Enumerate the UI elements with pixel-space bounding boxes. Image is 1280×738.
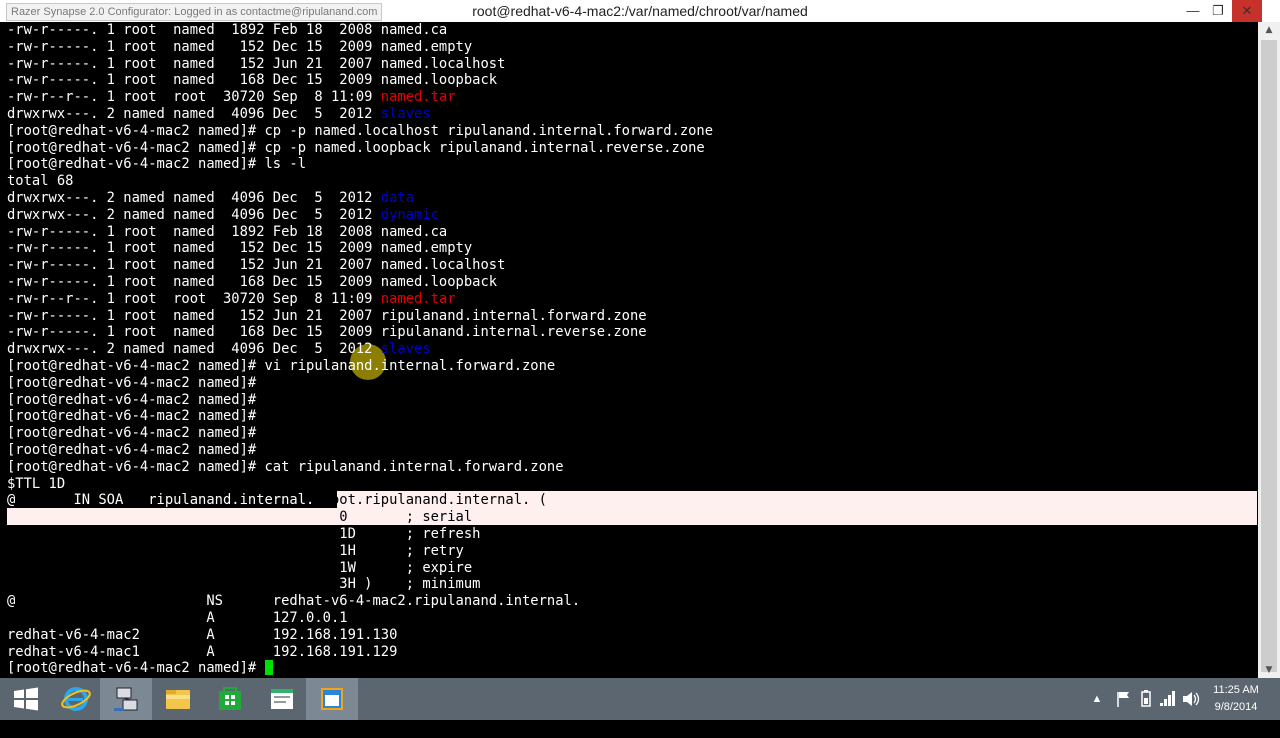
terminal-line: 1D ; refresh — [7, 526, 481, 542]
close-button[interactable]: ✕ — [1232, 0, 1262, 22]
tooltip: Razer Synapse 2.0 Configurator: Logged i… — [6, 3, 383, 21]
terminal-line: 1W ; expire — [7, 559, 473, 576]
maximize-button[interactable]: ❐ — [1203, 0, 1233, 22]
listing-prefix: drwxrwx---. 2 named named 4096 Dec 5 201… — [7, 206, 381, 223]
text-cursor — [264, 660, 273, 676]
chevron-up-icon[interactable]: ▲ — [1090, 678, 1104, 720]
terminal-command-line: [root@redhat-v6-4-mac2 named]# cp -p nam… — [7, 122, 714, 139]
store-icon[interactable] — [204, 678, 256, 720]
terminal-line: 1H ; retry — [7, 542, 464, 559]
listing-prefix: drwxrwx---. 2 named named 4096 Dec 5 201… — [7, 341, 381, 358]
directory-name: slaves — [380, 341, 431, 358]
taskbar: ▲ 11:25 AM 9/8/2014 — [0, 678, 1280, 720]
terminal-command-line: [root@redhat-v6-4-mac2 named]# ls -l — [7, 156, 307, 173]
battery-icon[interactable] — [1138, 678, 1154, 720]
terminal-command-line: [root@redhat-v6-4-mac2 named]# vi ripula… — [7, 358, 556, 374]
terminal-line: -rw-r-----. 1 root named 1892 Feb 18 200… — [7, 22, 448, 38]
terminal-line: -rw-r-----. 1 root named 152 Jun 21 2007… — [7, 55, 506, 72]
system-clock[interactable]: 11:25 AM 9/8/2014 — [1200, 682, 1272, 716]
listing-prefix: -rw-r--r--. 1 root root 30720 Sep 8 11:0… — [7, 290, 381, 307]
terminal-line: $TTL 1D — [7, 475, 66, 492]
selected-line: 0 ; serial — [7, 509, 473, 526]
file-explorer-icon[interactable] — [152, 678, 204, 720]
terminal-line: @ NS redhat-v6-4-mac2.ripulanand.interna… — [7, 593, 581, 610]
terminal-line: redhat-v6-4-mac2 A 192.168.191.130 — [7, 626, 398, 643]
signal-icon[interactable] — [1158, 678, 1176, 720]
terminal-line: drwxrwx---. 2 named named 4096 Dec 5 201… — [7, 106, 431, 123]
internet-explorer-icon[interactable] — [50, 678, 102, 720]
directory-name: dynamic — [380, 206, 439, 223]
terminal-line: -rw-r-----. 1 root named 168 Dec 15 2009… — [7, 324, 647, 341]
terminal-line: -rw-r-----. 1 root named 1892 Feb 18 200… — [7, 223, 448, 240]
vertical-scrollbar[interactable]: ▲ ▼ — [1258, 22, 1280, 678]
network-app-icon[interactable] — [100, 678, 152, 720]
terminal-prompt-line: [root@redhat-v6-4-mac2 named]# — [7, 425, 257, 442]
listing-prefix: drwxrwx---. 2 named named 4096 Dec 5 201… — [7, 190, 381, 206]
terminal-prompt-line: [root@redhat-v6-4-mac2 named]# — [7, 442, 257, 458]
flag-icon[interactable] — [1114, 678, 1132, 720]
terminal-line: -rw-r-----. 1 root named 168 Dec 15 2009… — [7, 274, 498, 290]
terminal-prompt-line: [root@redhat-v6-4-mac2 named]# — [7, 391, 257, 408]
terminal-prompt-line: [root@redhat-v6-4-mac2 named]# — [7, 408, 257, 425]
terminal-line: -rw-r-----. 1 root named 152 Dec 15 2009… — [7, 38, 473, 55]
terminal-output[interactable]: -rw-r-----. 1 root named 1892 Feb 18 200… — [0, 22, 1258, 678]
notepad-app-icon[interactable] — [256, 678, 308, 720]
terminal-command-line: [root@redhat-v6-4-mac2 named]# cat ripul… — [7, 458, 564, 475]
terminal-line: -rw-r-----. 1 root named 152 Jun 21 2007… — [7, 257, 506, 274]
window-app-icon[interactable] — [306, 678, 358, 720]
terminal-line: 3H ) ; minimum — [7, 576, 481, 593]
terminal-line: drwxrwx---. 2 named named 4096 Dec 5 201… — [7, 207, 439, 224]
prompt-text: [root@redhat-v6-4-mac2 named]# — [7, 660, 265, 677]
listing-prefix: -rw-r--r--. 1 root root 30720 Sep 8 11:0… — [7, 89, 381, 106]
terminal-line: -rw-r-----. 1 root named 152 Jun 21 2007… — [7, 307, 647, 324]
terminal-line: -rw-r-----. 1 root named 168 Dec 15 2009… — [7, 72, 498, 89]
terminal-line: @ IN SOA ripulanand.internal. root.ripul… — [7, 492, 547, 509]
scroll-thumb[interactable] — [1261, 40, 1277, 672]
clock-time: 11:25 AM — [1213, 684, 1259, 696]
directory-name: slaves — [380, 106, 431, 122]
terminal-line: drwxrwx---. 2 named named 4096 Dec 5 201… — [7, 341, 431, 358]
terminal-command-line: [root@redhat-v6-4-mac2 named]# cp -p nam… — [7, 139, 705, 156]
archive-file-name: named.tar — [380, 290, 456, 307]
terminal-line: -rw-r--r--. 1 root root 30720 Sep 8 11:0… — [7, 89, 456, 106]
terminal-line: drwxrwx---. 2 named named 4096 Dec 5 201… — [7, 190, 414, 207]
directory-name: data — [380, 190, 415, 206]
window-titlebar[interactable]: Razer Synapse 2.0 Configurator: Logged i… — [0, 0, 1280, 22]
volume-icon[interactable] — [1180, 678, 1200, 720]
terminal-line: -rw-r--r--. 1 root root 30720 Sep 8 11:0… — [7, 291, 456, 308]
terminal-line: A 127.0.0.1 — [7, 610, 348, 626]
selected-text: root.ripulanand.internal. ( — [322, 492, 547, 509]
terminal-line: redhat-v6-4-mac1 A 192.168.191.129 — [7, 643, 398, 660]
start-icon[interactable] — [0, 678, 52, 720]
scroll-up-arrow-icon[interactable]: ▲ — [1258, 22, 1280, 38]
terminal-line: -rw-r-----. 1 root named 152 Dec 15 2009… — [7, 240, 473, 257]
scroll-down-arrow-icon[interactable]: ▼ — [1258, 662, 1280, 678]
soa-prefix: @ IN SOA ripulanand.internal. — [7, 492, 323, 509]
clock-date: 9/8/2014 — [1214, 701, 1258, 713]
terminal-prompt-line[interactable]: [root@redhat-v6-4-mac2 named]# — [7, 660, 273, 677]
listing-prefix: drwxrwx---. 2 named named 4096 Dec 5 201… — [7, 106, 381, 122]
terminal-prompt-line: [root@redhat-v6-4-mac2 named]# — [7, 374, 257, 391]
terminal-line: total 68 — [7, 173, 74, 190]
archive-file-name: named.tar — [380, 89, 456, 106]
